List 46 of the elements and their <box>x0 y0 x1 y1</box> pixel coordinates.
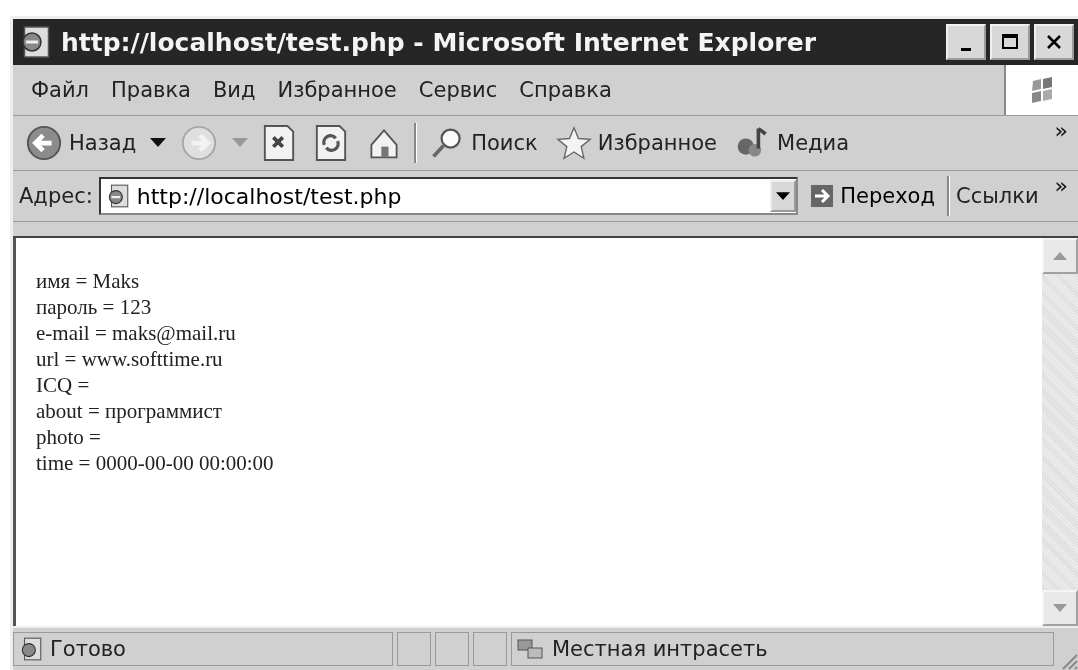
text-line: about = программист <box>36 398 223 424</box>
stop-page-icon <box>262 124 297 162</box>
menu-item[interactable]: Справка <box>511 74 620 106</box>
links-button[interactable]: Ссылки <box>956 184 1039 208</box>
network-icon <box>516 637 546 661</box>
menu-item[interactable]: Файл <box>23 74 98 106</box>
status-pane <box>435 632 469 666</box>
scroll-down-button[interactable] <box>1042 590 1078 626</box>
menu-item[interactable]: Сервис <box>410 74 506 106</box>
window-title: http://localhost/test.php - Microsoft Internet Explorer <box>61 27 817 57</box>
scroll-up-button[interactable] <box>1042 238 1078 274</box>
media-button[interactable]: Медиа <box>729 123 856 163</box>
scrollbar[interactable] <box>1042 238 1078 626</box>
down-arrow-icon <box>1053 604 1067 612</box>
zone-text: Местная интрасеть <box>552 637 768 661</box>
text-line: имя = Maks <box>36 268 141 294</box>
address-field[interactable]: http://localhost/test.php <box>98 177 799 215</box>
text-line: пароль = 123 <box>36 294 153 320</box>
back-button[interactable]: Назад <box>19 122 143 164</box>
menu-item[interactable]: Вид <box>204 74 264 106</box>
refresh-page-icon <box>314 124 349 162</box>
star-icon <box>555 125 592 161</box>
text-line: url = www.softtime.ru <box>36 346 224 372</box>
maximize-button[interactable] <box>990 24 1030 60</box>
go-button[interactable]: Переход <box>804 182 941 210</box>
address-label: Адрес: <box>19 184 93 208</box>
more-button[interactable]: » <box>1044 118 1078 143</box>
status-text: Готово <box>50 637 126 661</box>
menu-item[interactable]: Правка <box>103 74 199 106</box>
maximize-icon <box>1000 32 1020 52</box>
dropdown-button[interactable] <box>770 180 797 212</box>
text-line: e-mail = maks@mail.ru <box>36 320 237 346</box>
close-button[interactable] <box>1034 24 1074 60</box>
minimize-button[interactable] <box>946 24 986 60</box>
status-pane <box>473 632 507 666</box>
more-button[interactable]: » <box>1044 173 1078 198</box>
favorites-button[interactable]: Избранное <box>549 123 723 163</box>
minimize-icon <box>961 47 971 51</box>
text-line: ICQ = <box>36 372 91 398</box>
search-button[interactable]: Поиск <box>423 123 544 163</box>
up-arrow-icon <box>1053 252 1067 260</box>
text-line: photo = <box>36 424 102 450</box>
menu-item[interactable]: Избранное <box>269 74 405 106</box>
text-line: time = 0000-00-00 00:00:00 <box>36 450 275 476</box>
caret-icon <box>776 191 791 201</box>
status-pane <box>397 632 431 666</box>
